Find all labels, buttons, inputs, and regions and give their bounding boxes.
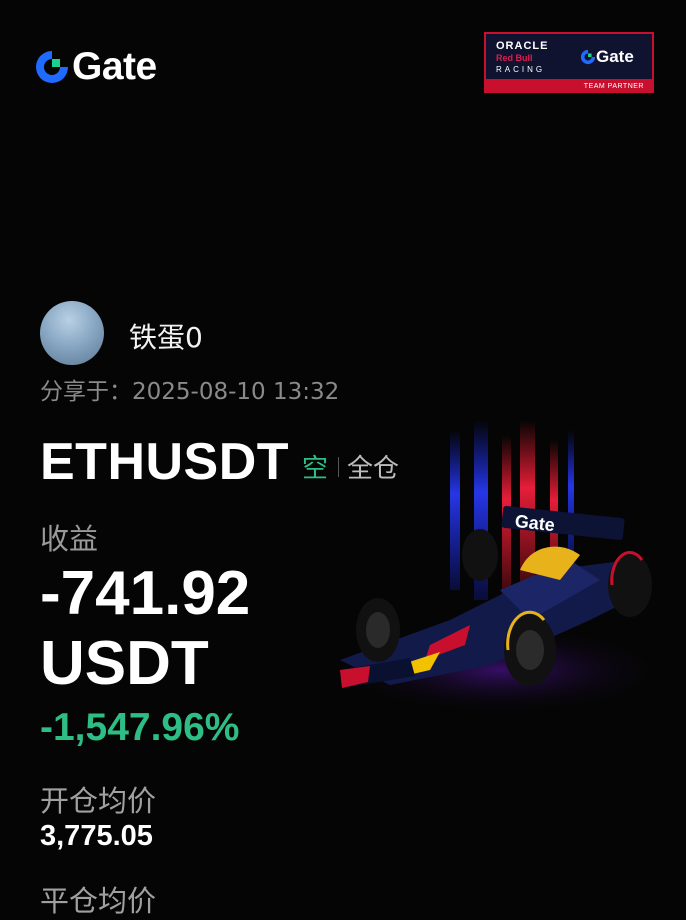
- badge-oracle-text: ORACLE: [496, 40, 549, 52]
- team-partner-badge: ORACLE Red Bull RACING Gate TEAM PARTNER: [484, 32, 654, 93]
- avatar: [40, 301, 104, 365]
- pnl-value: -741.92: [40, 559, 251, 628]
- entry-price-value: 3,775.05: [40, 820, 153, 852]
- gate-logo: Gate: [34, 45, 157, 88]
- badge-partner-text: TEAM PARTNER: [583, 83, 644, 90]
- share-timestamp: 分享于：2025-08-10 13:32: [40, 379, 340, 405]
- exit-price-label: 平仓均价: [40, 884, 157, 918]
- pnl-percent: -1,547.96%: [40, 706, 240, 749]
- logo-wordmark: Gate: [72, 45, 157, 88]
- badge-gate-icon: [580, 49, 596, 65]
- gate-logo-icon: [36, 51, 68, 83]
- badge-racing-text: RACING: [496, 65, 546, 74]
- car-wing-text: Gate: [514, 511, 556, 535]
- trading-pair: ETHUSDT: [40, 433, 290, 491]
- badge-redbull-text: Red Bull: [496, 53, 533, 63]
- pnl-label: 收益: [40, 522, 99, 556]
- badge-gate-text: Gate: [596, 47, 634, 66]
- entry-price-label: 开仓均价: [40, 784, 157, 818]
- f1-car-illustration: Gate: [330, 420, 670, 715]
- username: 铁蛋0: [129, 321, 203, 354]
- badge-gate-logo: Gate: [580, 47, 634, 67]
- pnl-unit: USDT: [40, 629, 209, 698]
- side-badge: 空: [302, 454, 329, 484]
